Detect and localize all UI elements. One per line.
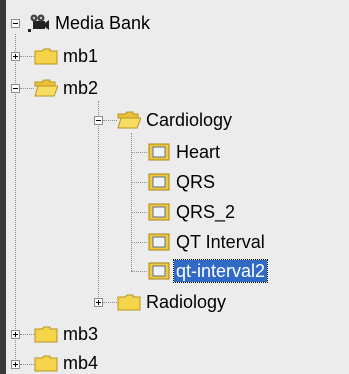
- expand-toggle[interactable]: [11, 330, 20, 339]
- tree-node-label: mb4: [63, 353, 99, 373]
- expand-toggle[interactable]: [11, 360, 20, 369]
- tree-line: [20, 56, 34, 57]
- tree-line: [131, 212, 147, 213]
- tree-node-heart[interactable]: Heart: [147, 141, 222, 163]
- tree-line: [131, 242, 147, 243]
- folder-icon: [117, 294, 141, 311]
- tree-node-cardiology[interactable]: Cardiology: [117, 109, 234, 131]
- tree-line: [131, 133, 132, 271]
- media-item-icon: [148, 262, 170, 280]
- tree-node-label: QRS_2: [176, 202, 236, 222]
- tree-node-media-bank[interactable]: Media Bank: [26, 12, 152, 34]
- tree-node-qrs-2[interactable]: QRS_2: [147, 201, 237, 223]
- tree-node-label: Media Bank: [55, 13, 151, 33]
- tree-line: [20, 334, 34, 335]
- tree-node-label: mb1: [63, 46, 99, 66]
- tree-node-label: QRS: [176, 172, 216, 192]
- tree-line: [103, 120, 117, 121]
- tree-line: [131, 271, 147, 272]
- tree-node-mb1[interactable]: mb1: [34, 45, 100, 67]
- tree-node-qt-interval2[interactable]: qt-interval2: [147, 259, 269, 283]
- media-item-icon: [148, 233, 170, 251]
- tree-line: [131, 182, 147, 183]
- tree-node-label: Cardiology: [146, 110, 233, 130]
- tree-line: [15, 34, 16, 359]
- folder-icon: [34, 48, 58, 65]
- folder-open-icon: [117, 111, 141, 129]
- tree-line: [20, 364, 34, 365]
- tree-node-label: Radiology: [146, 292, 227, 312]
- tree-line: [20, 88, 34, 89]
- tree-node-qt-interval[interactable]: QT Interval: [147, 231, 267, 253]
- media-item-icon: [148, 173, 170, 191]
- video-camera-icon: [28, 14, 49, 32]
- expand-toggle[interactable]: [11, 52, 20, 61]
- tree-node-mb3[interactable]: mb3: [34, 323, 100, 345]
- tree-view: Media Bank mb1 mb2 Cardiology Heart QRS …: [6, 0, 349, 374]
- media-item-icon: [148, 143, 170, 161]
- tree-node-mb2[interactable]: mb2: [34, 77, 100, 99]
- collapse-toggle[interactable]: [11, 19, 20, 28]
- tree-line: [98, 101, 99, 301]
- tree-node-label-selected: qt-interval2: [172, 259, 269, 283]
- tree-node-label: Heart: [176, 142, 221, 162]
- collapse-toggle[interactable]: [11, 84, 20, 93]
- folder-icon: [34, 355, 58, 372]
- tree-node-label: mb2: [63, 78, 99, 98]
- tree-line: [103, 302, 117, 303]
- tree-node-label: mb3: [63, 324, 99, 344]
- folder-icon: [34, 326, 58, 343]
- tree-node-qrs[interactable]: QRS: [147, 171, 217, 193]
- tree-line: [131, 152, 147, 153]
- media-item-icon: [148, 203, 170, 221]
- tree-node-mb4[interactable]: mb4: [34, 352, 100, 374]
- folder-open-icon: [34, 79, 58, 97]
- collapse-toggle[interactable]: [94, 116, 103, 125]
- expand-toggle[interactable]: [94, 298, 103, 307]
- tree-node-radiology[interactable]: Radiology: [117, 291, 228, 313]
- tree-node-label: QT Interval: [176, 232, 265, 252]
